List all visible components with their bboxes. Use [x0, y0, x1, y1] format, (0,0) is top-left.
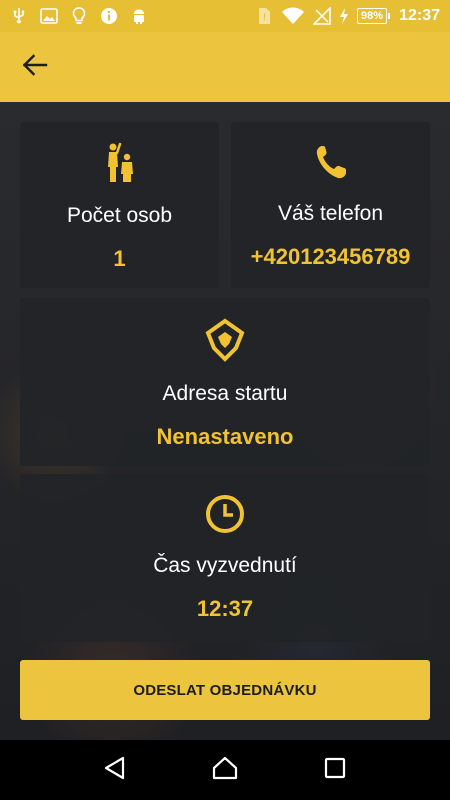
navigation-bar [0, 740, 450, 800]
persons-value: 1 [113, 246, 126, 271]
people-icon [105, 142, 135, 184]
nav-back-icon [104, 756, 126, 785]
wifi-icon [281, 7, 305, 25]
phone-value: +420123456789 [250, 244, 411, 269]
no-sim-icon: ! [255, 7, 273, 25]
signal-icon [313, 7, 331, 25]
order-form: Počet osob 1 Váš telefon +420123456789 A… [0, 102, 450, 740]
app-bar [0, 32, 450, 102]
start-address-value: Nenastaveno [156, 424, 294, 449]
nav-home-icon [212, 756, 238, 785]
svg-text:!: ! [263, 12, 266, 22]
usb-icon [10, 7, 28, 25]
back-button[interactable] [18, 50, 52, 84]
persons-label: Počet osob [66, 204, 173, 227]
start-address-label: Adresa startu [162, 382, 288, 405]
image-icon [40, 7, 58, 25]
pickup-time-card[interactable]: Čas vyzvednutí 12:37 [20, 474, 430, 642]
clock-icon [205, 494, 245, 534]
android-icon [130, 7, 148, 25]
start-address-card[interactable]: Adresa startu Nenastaveno [20, 298, 430, 466]
nav-home-button[interactable] [201, 746, 249, 794]
arrow-left-icon [22, 53, 48, 81]
info-icon [100, 7, 118, 25]
nav-recents-button[interactable] [311, 746, 359, 794]
nav-back-button[interactable] [91, 746, 139, 794]
battery-indicator: 98% [357, 8, 391, 24]
status-notifications [10, 7, 148, 25]
submit-order-button[interactable]: ODESLAT OBJEDNÁVKU [20, 660, 430, 720]
pickup-time-label: Čas vyzvednutí [153, 554, 297, 577]
status-clock: 12:37 [399, 7, 440, 24]
pickup-time-value: 12:37 [196, 596, 254, 621]
phone-card[interactable]: Váš telefon +420123456789 [231, 122, 430, 288]
lightbulb-icon [70, 7, 88, 25]
nav-recents-icon [324, 757, 346, 784]
phone-label: Váš telefon [277, 202, 384, 225]
persons-card[interactable]: Počet osob 1 [20, 122, 219, 288]
pin-icon [205, 318, 245, 362]
status-bar: ! 98% 12:37 [0, 0, 450, 32]
status-system: ! 98% 12:37 [255, 7, 440, 25]
phone-icon [313, 142, 349, 182]
charging-icon [339, 7, 349, 25]
